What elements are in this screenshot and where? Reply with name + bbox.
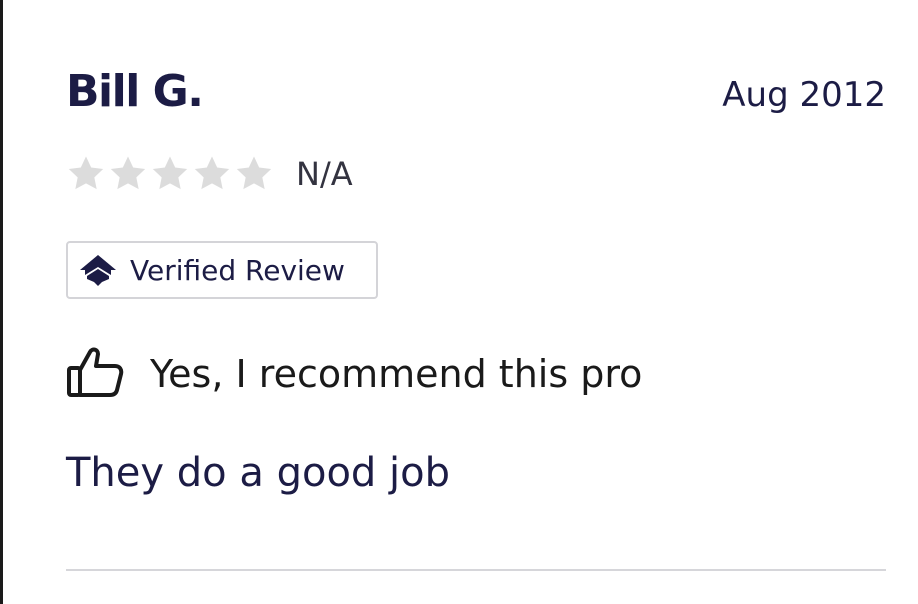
window-edge	[0, 0, 3, 604]
star-icon	[150, 154, 190, 194]
house-roof-icon	[78, 253, 118, 287]
review-card: Bill G. Aug 2012 N/A Verified Review Yes…	[66, 0, 886, 604]
review-date: Aug 2012	[722, 75, 886, 115]
star-icon	[66, 154, 106, 194]
star-icon	[192, 154, 232, 194]
rating-value: N/A	[296, 155, 353, 193]
verified-review-badge: Verified Review	[66, 241, 378, 299]
rating-row: N/A	[66, 152, 353, 196]
divider	[66, 569, 886, 571]
star-icon	[108, 154, 148, 194]
star-icon	[234, 154, 274, 194]
recommendation-row: Yes, I recommend this pro	[66, 346, 642, 402]
verified-review-label: Verified Review	[130, 253, 345, 287]
star-rating	[66, 154, 274, 194]
review-body-text: They do a good job	[66, 450, 451, 496]
thumbs-up-icon	[66, 346, 124, 402]
reviewer-name: Bill G.	[66, 66, 204, 117]
recommendation-text: Yes, I recommend this pro	[150, 352, 643, 396]
